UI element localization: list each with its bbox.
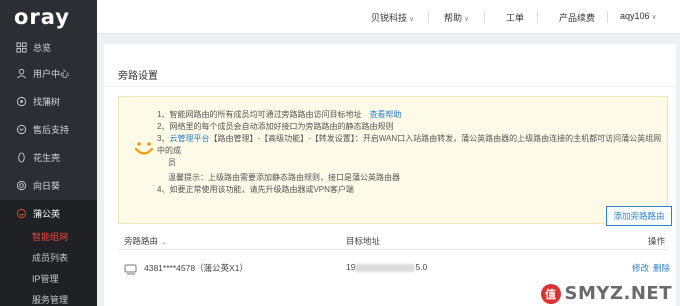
watermark-text: SMYZ.NET	[564, 283, 672, 304]
notice-box: 1、智能网路由的所有成员均可通过旁路路由访问目标地址 查看帮助 2、网络里的每个…	[118, 96, 668, 224]
sidebar-item-sunflower[interactable]: 向日葵	[0, 172, 97, 198]
router-icon	[124, 264, 137, 275]
chevron-down-icon: ∨	[651, 14, 657, 21]
peanut-icon	[16, 151, 27, 163]
sunflower-icon	[16, 180, 27, 191]
company-menu[interactable]: 贝锐科技 ∨	[371, 11, 414, 24]
notice-line-2: 2、网络里的每个成员会自动添加好接口为旁路路由的静态路由规则	[157, 122, 394, 131]
sidebar-item-peanut[interactable]: 花生壳	[0, 144, 97, 170]
smiley-icon	[134, 142, 154, 155]
sidebar-sub-item-smart-network[interactable]: 智能组网	[0, 226, 97, 247]
divider	[607, 11, 608, 23]
content-card: 旁路设置 1、智能网路由的所有成员均可通过旁路路由访问目标地址 查看帮助 2、网…	[104, 44, 676, 306]
notice-line-3: 3、云管理平台【路由管理】-【高级功能】-【转发设置】：开启WAN口入站路由转发…	[157, 134, 662, 155]
router-name: 4381****4578（蒲公英X1）	[144, 263, 248, 273]
sidebar-sub-item-ip-management[interactable]: IP管理	[0, 268, 97, 289]
row-actions: 修改 删除	[628, 262, 670, 274]
oray-logo[interactable]: oray	[0, 0, 97, 34]
sidebar: oray 总览 用户中心 找蒲树 售后支持 花生壳 向日葵 蒲公英 智能组网 成…	[0, 0, 97, 306]
delete-link[interactable]: 删除	[653, 263, 670, 273]
top-bar: 贝锐科技 ∨ 帮助 ∨ 工单 产品续费 aqy106 ∨	[97, 0, 680, 34]
renew-link[interactable]: 产品续费	[559, 11, 595, 24]
notice-line-3-cont: 员	[168, 158, 176, 167]
page-title: 旁路设置	[118, 71, 158, 82]
notice-tip: 温馨提示：上级路由需要添加静态路由规则，接口是蒲公英路由器	[168, 173, 400, 182]
cloud-platform-link[interactable]: 云管理平台	[169, 134, 209, 143]
ticket-link[interactable]: 工单	[506, 11, 524, 24]
edit-link[interactable]: 修改	[632, 263, 649, 273]
sidebar-sub-item-members[interactable]: 成员列表	[0, 247, 97, 268]
sidebar-item-label: 售后支持	[33, 124, 70, 135]
view-help-link[interactable]: 查看帮助	[369, 110, 401, 119]
notice-line-4: 4、如要正常使用该功能，请先升级路由器或VPN客户端	[157, 185, 354, 194]
sidebar-item-user-center[interactable]: 用户中心	[0, 60, 97, 86]
watermark-badge: 值	[540, 283, 561, 304]
watermark: 值 SMYZ.NET	[540, 283, 672, 304]
target-address: 19 5.0	[346, 262, 428, 272]
help-menu[interactable]: 帮助 ∨	[444, 11, 469, 24]
support-icon	[16, 124, 27, 135]
sidebar-sub-item-service-management[interactable]: 服务管理	[0, 289, 97, 306]
user-icon	[16, 68, 27, 79]
sidebar-item-label: 总览	[33, 42, 52, 53]
sidebar-item-overview[interactable]: 总览	[0, 34, 97, 60]
grid-icon	[16, 41, 27, 53]
column-header-actions: 操作	[648, 236, 666, 246]
add-bypass-router-button[interactable]: 添加旁路路由	[606, 206, 672, 226]
notice-line-1: 1、智能网路由的所有成员均可通过旁路路由访问目标地址 查看帮助	[157, 110, 402, 119]
column-header-target: 目标地址	[346, 236, 381, 246]
divider	[428, 11, 429, 23]
sidebar-item-label: 找蒲树	[33, 96, 61, 107]
sidebar-item-label: 花生壳	[33, 152, 61, 163]
dandelion-icon	[16, 208, 27, 219]
table-row: 4381****4578（蒲公英X1） 19 5.0 修改 删除	[118, 254, 670, 282]
column-header-router[interactable]: 旁路路由 ⌄	[124, 235, 167, 247]
chevron-down-icon: ∨	[464, 16, 470, 23]
chevron-down-icon: ∨	[409, 16, 415, 23]
user-menu[interactable]: aqy106 ∨	[620, 11, 657, 21]
divider	[537, 11, 538, 23]
sidebar-item-tree[interactable]: 找蒲树	[0, 88, 97, 114]
sidebar-item-label: 向日葵	[33, 180, 61, 191]
sidebar-item-dandelion[interactable]: 蒲公英	[0, 200, 97, 226]
divider	[104, 86, 676, 87]
sidebar-item-label: 用户中心	[33, 68, 70, 79]
table-header: 旁路路由 ⌄ 目标地址 操作	[118, 232, 668, 250]
divider	[484, 11, 485, 23]
redacted-text	[355, 263, 416, 272]
sort-icon: ⌄	[161, 239, 167, 246]
tree-icon	[16, 96, 27, 107]
sidebar-item-support[interactable]: 售后支持	[0, 116, 97, 142]
sidebar-item-label: 蒲公英	[33, 208, 61, 219]
